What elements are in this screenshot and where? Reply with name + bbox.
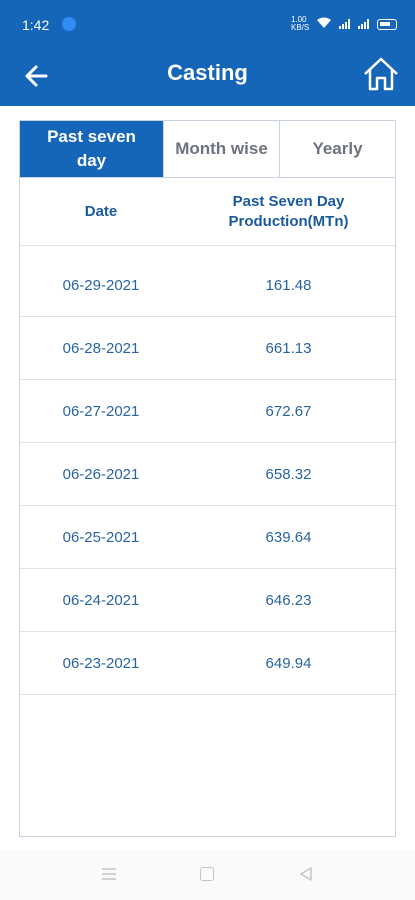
row-value: 672.67 xyxy=(265,402,312,420)
table-row: 06-28-2021 661.13 xyxy=(20,317,395,380)
square-home-icon[interactable] xyxy=(200,867,214,881)
signal-icon-2 xyxy=(358,19,369,29)
home-icon[interactable] xyxy=(361,54,401,94)
row-date: 06-23-2021 xyxy=(62,654,140,672)
row-date: 06-26-2021 xyxy=(62,465,140,483)
row-value: 661.13 xyxy=(265,339,312,357)
data-speed: 1.00 KB/S xyxy=(291,15,310,32)
battery-icon xyxy=(377,18,397,30)
row-date: 06-25-2021 xyxy=(62,528,140,546)
row-value: 646.23 xyxy=(265,591,312,609)
row-date: 06-27-2021 xyxy=(62,402,140,420)
page-title: Casting xyxy=(167,60,248,85)
signal-icon xyxy=(339,19,350,29)
table-body: 06-29-2021 161.48 06-28-2021 661.13 06-2… xyxy=(20,246,395,695)
menu-icon[interactable] xyxy=(101,867,117,881)
row-date: 06-28-2021 xyxy=(62,339,140,357)
app-bar: Casting xyxy=(0,52,415,106)
wifi-icon xyxy=(317,17,331,32)
production-panel: Past seven day Month wise Yearly Date Pa… xyxy=(19,120,396,837)
table-row: 06-26-2021 658.32 xyxy=(20,443,395,506)
status-bar: 1:42 1.00 KB/S xyxy=(0,0,415,52)
triangle-back-icon[interactable] xyxy=(298,866,314,882)
row-date: 06-24-2021 xyxy=(62,591,140,609)
table-row: 06-27-2021 672.67 xyxy=(20,380,395,443)
table-row: 06-24-2021 646.23 xyxy=(20,569,395,632)
tab-bar: Past seven day Month wise Yearly xyxy=(20,121,395,178)
row-date: 06-29-2021 xyxy=(62,276,140,294)
tab-past-seven-day[interactable]: Past seven day xyxy=(20,121,163,177)
status-icons: 1.00 KB/S xyxy=(291,16,397,32)
row-value: 658.32 xyxy=(265,465,312,483)
table-row: 06-25-2021 639.64 xyxy=(20,506,395,569)
system-nav-bar xyxy=(0,850,415,900)
row-value: 649.94 xyxy=(265,654,312,672)
table-row: 06-23-2021 649.94 xyxy=(20,632,395,695)
row-value: 639.64 xyxy=(265,528,312,546)
tab-month-wise[interactable]: Month wise xyxy=(163,121,279,177)
tab-yearly[interactable]: Yearly xyxy=(279,121,395,177)
messenger-icon xyxy=(62,17,76,31)
status-time: 1:42 xyxy=(22,17,50,33)
header-date: Date xyxy=(84,202,118,220)
header-production: Past Seven Day Production(MTn) xyxy=(228,192,349,230)
table-row: 06-29-2021 161.48 xyxy=(20,254,395,317)
row-value: 161.48 xyxy=(265,276,312,294)
table-header: Date Past Seven Day Production(MTn) xyxy=(20,178,395,246)
